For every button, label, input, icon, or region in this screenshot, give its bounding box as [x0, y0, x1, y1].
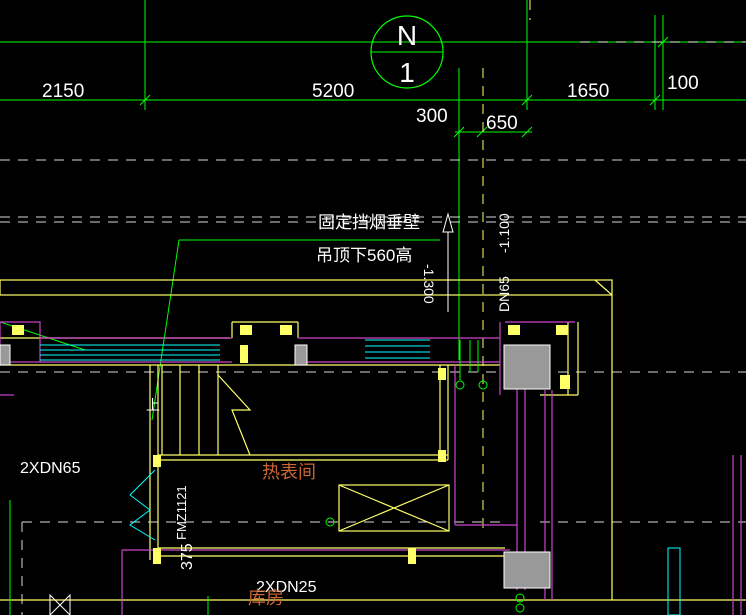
- note-smoke-wall-1: 固定挡烟垂壁: [318, 213, 420, 232]
- partitions: [0, 321, 742, 615]
- pipes: [40, 339, 681, 615]
- cad-drawing: N 1 2150 5200 1650 100 300 650 固定挡烟垂壁 吊顶…: [0, 0, 746, 615]
- pipe-2xdn65: 2XDN65: [20, 460, 81, 477]
- room-storage: 库房: [248, 588, 284, 608]
- north-letter: N: [397, 20, 417, 51]
- door-labels: FMZ1121 375: [174, 485, 196, 570]
- leader-line-diag: [151, 239, 180, 421]
- dim-1650: 1650: [567, 81, 609, 102]
- north-arrow: N 1: [370, 15, 444, 89]
- walls: [0, 279, 746, 601]
- pipe-dn65-vertical: DN65: [496, 276, 512, 312]
- dashed-lines: [0, 41, 746, 615]
- pipe-labels: DN65 -1.100 -1.300 2XDN65 2XDN25: [20, 213, 512, 596]
- stair-up-mark: 上: [146, 397, 160, 413]
- notes: 固定挡烟垂壁 吊顶下560高: [316, 213, 420, 265]
- small-posts: [12, 325, 570, 564]
- door-code: FMZ1121: [174, 485, 189, 540]
- dim-300: 300: [416, 106, 448, 127]
- dim-100: 100: [667, 73, 699, 94]
- dim-650: 650: [486, 113, 518, 134]
- valve-icon: [49, 593, 71, 615]
- dim-2150: 2150: [42, 81, 84, 102]
- up-arrow-icon: [442, 212, 454, 312]
- column-3: [0, 344, 11, 366]
- room-heat-meter: 热表间: [262, 462, 316, 482]
- elev-vertical: -1.100: [496, 213, 512, 253]
- door-dim: 375: [179, 543, 196, 570]
- column-2: [503, 551, 551, 589]
- elev-left: -1.300: [421, 264, 437, 304]
- note-smoke-wall-2: 吊顶下560高: [316, 246, 412, 265]
- dimension-labels: 2150 5200 1650 100 300 650: [42, 73, 699, 134]
- wall-outer: [0, 279, 613, 296]
- column-1: [503, 344, 551, 390]
- north-number: 1: [399, 57, 415, 88]
- dim-5200: 5200: [312, 81, 354, 102]
- column-4: [294, 344, 308, 366]
- yellow-dashed: [482, 0, 531, 530]
